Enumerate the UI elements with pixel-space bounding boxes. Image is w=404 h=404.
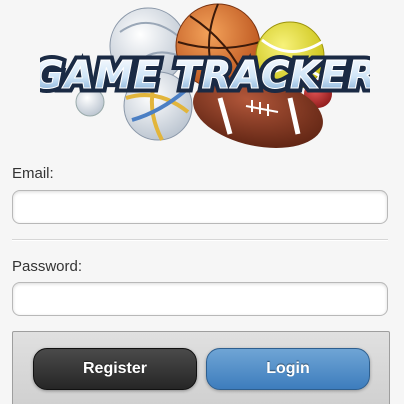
login-button[interactable]: Login [206, 348, 370, 390]
login-page: GAME TRACKER GAME TRACKER Email: Passwor… [0, 0, 404, 404]
sports-balls-logo-icon: GAME TRACKER GAME TRACKER [40, 3, 370, 148]
email-field[interactable] [12, 190, 388, 224]
logo-title: GAME TRACKER [40, 53, 370, 97]
form-divider [12, 239, 388, 241]
password-label: Password: [12, 258, 83, 275]
email-label: Email: [12, 165, 54, 182]
button-bar: Register Login [12, 331, 390, 404]
password-field[interactable] [12, 282, 388, 316]
register-button[interactable]: Register [33, 348, 197, 390]
